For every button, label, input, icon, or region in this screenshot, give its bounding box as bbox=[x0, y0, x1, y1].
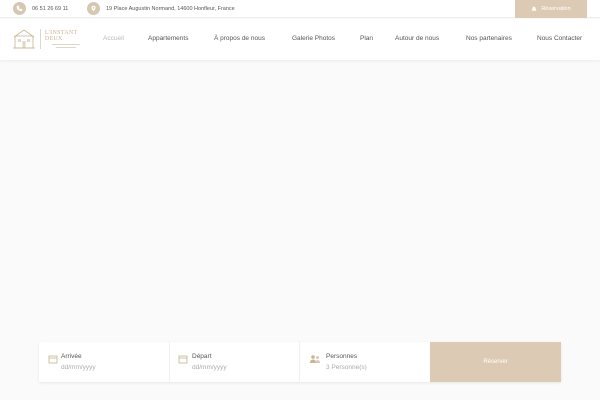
arrival-label: Arrivée bbox=[61, 353, 82, 360]
main-header: L'INSTANT DEUX Accueil Appartements À pr… bbox=[0, 19, 600, 60]
logo-line bbox=[52, 44, 81, 45]
calendar-icon bbox=[48, 355, 58, 364]
calendar-icon bbox=[178, 355, 188, 364]
nav-item-nos-partenaires[interactable]: Nos partenaires bbox=[466, 35, 512, 42]
nav-item-nous-contacter[interactable]: Nous Contacter bbox=[537, 35, 582, 42]
arrival-field[interactable]: Arrivée dd/mm/yyyy bbox=[39, 342, 170, 382]
logo-wordmark: L'INSTANT DEUX bbox=[45, 30, 88, 48]
location-pin-icon bbox=[87, 2, 100, 15]
reservation-button[interactable]: Réservation bbox=[515, 0, 587, 18]
top-info-bar: 06 51 26 69 11 19 Place Augustin Normand… bbox=[0, 0, 600, 18]
house-emblem-icon bbox=[12, 27, 36, 51]
logo-text: L'INSTANT DEUX bbox=[44, 30, 78, 42]
departure-label: Départ bbox=[192, 353, 212, 360]
persons-field[interactable]: Personnes 3 Personne(s) bbox=[300, 342, 430, 382]
nav-item-a-propos[interactable]: À propos de nous bbox=[214, 35, 265, 42]
phone-info[interactable]: 06 51 26 69 11 bbox=[13, 2, 68, 15]
address-text: 19 Place Augustin Normand, 14600 Honfleu… bbox=[106, 5, 235, 12]
phone-icon bbox=[13, 2, 26, 15]
site-logo[interactable]: L'INSTANT DEUX bbox=[12, 25, 88, 53]
nav-item-appartements[interactable]: Appartements bbox=[148, 35, 188, 42]
nav-item-plan[interactable]: Plan bbox=[360, 35, 373, 42]
persons-label: Personnes bbox=[326, 353, 358, 360]
logo-divider bbox=[40, 29, 41, 49]
phone-number[interactable]: 06 51 26 69 11 bbox=[32, 6, 68, 12]
logo-line bbox=[56, 47, 77, 48]
reservation-button-label: Réservation bbox=[541, 6, 571, 12]
departure-input[interactable]: dd/mm/yyyy bbox=[192, 364, 227, 371]
address-info: 19 Place Augustin Normand, 14600 Honfleu… bbox=[87, 2, 235, 15]
arrival-input[interactable]: dd/mm/yyyy bbox=[61, 364, 96, 371]
booking-form: Arrivée dd/mm/yyyy Départ dd/mm/yyyy Per… bbox=[39, 342, 561, 382]
nav-item-accueil[interactable]: Accueil bbox=[103, 35, 124, 42]
nav-item-autour-de-nous[interactable]: Autour de nous bbox=[395, 35, 439, 42]
persons-select[interactable]: 3 Personne(s) bbox=[326, 364, 367, 371]
reserve-button[interactable]: Réserver bbox=[430, 342, 561, 382]
departure-field[interactable]: Départ dd/mm/yyyy bbox=[170, 342, 300, 382]
people-icon bbox=[310, 355, 320, 363]
bell-icon bbox=[531, 6, 537, 11]
nav-item-galerie-photos[interactable]: Galerie Photos bbox=[292, 35, 335, 42]
